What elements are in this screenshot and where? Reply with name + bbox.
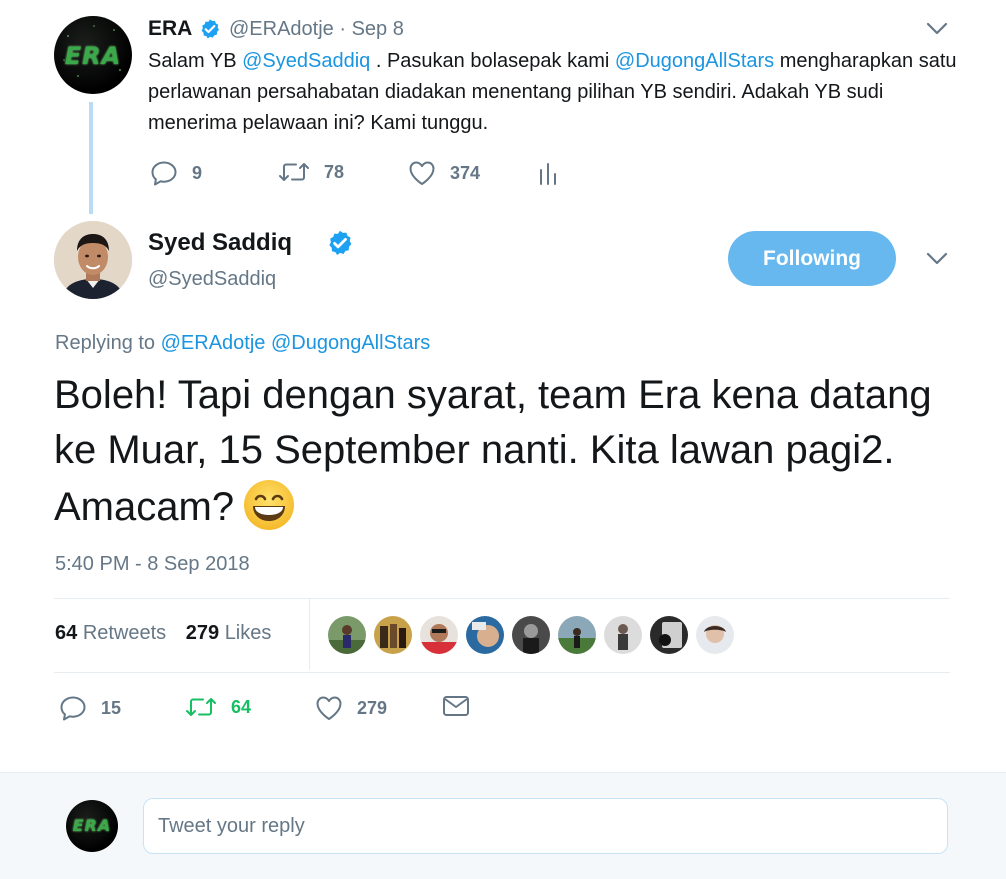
reply-icon bbox=[151, 161, 177, 186]
like-button[interactable]: 374 bbox=[408, 160, 480, 186]
tweet-body: Boleh! Tapi dengan syarat, team Era kena… bbox=[54, 373, 932, 529]
reply-button[interactable]: 9 bbox=[150, 160, 202, 186]
retweets-count[interactable]: 64 bbox=[55, 622, 77, 644]
liker-avatar[interactable] bbox=[603, 615, 643, 655]
thread-connector-line bbox=[89, 102, 93, 214]
liker-avatar[interactable] bbox=[373, 615, 413, 655]
replying-mention[interactable]: @ERAdotje bbox=[161, 332, 266, 354]
era-logo: ERA bbox=[64, 42, 122, 70]
retweets-label[interactable]: Retweets bbox=[83, 622, 166, 644]
like-count: 374 bbox=[450, 162, 481, 183]
parent-author-name[interactable]: ERA bbox=[148, 17, 192, 41]
verified-badge-icon bbox=[326, 229, 354, 257]
like-count: 279 bbox=[357, 697, 388, 718]
reply-input[interactable] bbox=[143, 798, 948, 854]
liker-avatar[interactable] bbox=[465, 615, 505, 655]
direct-message-button[interactable] bbox=[442, 695, 470, 717]
main-author-name[interactable]: Syed Saddiq bbox=[148, 229, 292, 257]
retweet-count: 64 bbox=[231, 696, 252, 717]
divider bbox=[54, 598, 950, 599]
era-avatar[interactable]: ERA bbox=[54, 16, 132, 94]
like-button[interactable]: 279 bbox=[315, 695, 387, 721]
grinning-face-emoji-icon bbox=[242, 478, 296, 532]
syed-avatar[interactable] bbox=[54, 221, 132, 299]
analytics-button[interactable] bbox=[538, 160, 558, 186]
replying-to-label: Replying to bbox=[55, 332, 156, 354]
reply-button[interactable]: 15 bbox=[59, 695, 121, 721]
parent-tweet-text: Salam YB @SyedSaddiq . Pasukan bolasepak… bbox=[148, 46, 958, 139]
liker-avatar[interactable] bbox=[557, 615, 597, 655]
like-icon bbox=[316, 696, 342, 720]
tweet-timestamp[interactable]: 5:40 PM - 8 Sep 2018 bbox=[55, 553, 250, 576]
following-button[interactable]: Following bbox=[728, 231, 896, 286]
text-segment: Salam YB bbox=[148, 50, 243, 72]
likes-label[interactable]: Likes bbox=[225, 622, 272, 644]
text-segment: . Pasukan bolasepak kami bbox=[370, 50, 615, 72]
liker-avatar[interactable] bbox=[419, 615, 459, 655]
mention-link[interactable]: @DugongAllStars bbox=[615, 50, 774, 72]
vertical-divider bbox=[309, 599, 310, 670]
retweet-icon bbox=[186, 698, 216, 716]
replying-to-line: Replying to @ERAdotje @DugongAllStars bbox=[55, 332, 430, 355]
retweet-button[interactable]: 78 bbox=[278, 160, 344, 184]
divider bbox=[54, 672, 950, 673]
chevron-down-icon[interactable] bbox=[926, 22, 948, 36]
like-icon bbox=[409, 161, 435, 185]
main-tweet-text: Boleh! Tapi dengan syarat, team Era kena… bbox=[54, 368, 934, 535]
mention-link[interactable]: @SyedSaddiq bbox=[242, 50, 370, 72]
current-user-avatar[interactable]: ERA bbox=[66, 800, 118, 852]
direct-message-icon bbox=[443, 696, 469, 716]
liker-avatar[interactable] bbox=[695, 615, 735, 655]
verified-badge-icon bbox=[199, 18, 221, 40]
chevron-down-icon[interactable] bbox=[926, 252, 948, 266]
main-handle[interactable]: @SyedSaddiq bbox=[148, 268, 276, 291]
retweet-icon bbox=[279, 163, 309, 181]
retweet-button[interactable]: 64 bbox=[185, 695, 251, 719]
likes-count[interactable]: 279 bbox=[186, 622, 219, 644]
reply-count: 9 bbox=[192, 162, 203, 183]
retweet-count: 78 bbox=[324, 161, 345, 182]
parent-date[interactable]: · Sep 8 bbox=[339, 18, 403, 40]
analytics-icon bbox=[540, 163, 556, 185]
replying-mention[interactable]: @DugongAllStars bbox=[271, 332, 430, 354]
parent-handle-and-date[interactable]: @ERAdotje · Sep 8 bbox=[229, 18, 404, 41]
engagement-stats: 64 Retweets 279 Likes bbox=[55, 622, 271, 645]
profile-photo bbox=[54, 221, 132, 299]
reply-icon bbox=[60, 696, 86, 721]
liker-avatar[interactable] bbox=[327, 615, 367, 655]
liker-avatar[interactable] bbox=[511, 615, 551, 655]
era-logo: ERA bbox=[72, 816, 112, 835]
parent-handle[interactable]: @ERAdotje bbox=[229, 18, 334, 40]
liker-avatar[interactable] bbox=[649, 615, 689, 655]
reply-count: 15 bbox=[101, 697, 122, 718]
